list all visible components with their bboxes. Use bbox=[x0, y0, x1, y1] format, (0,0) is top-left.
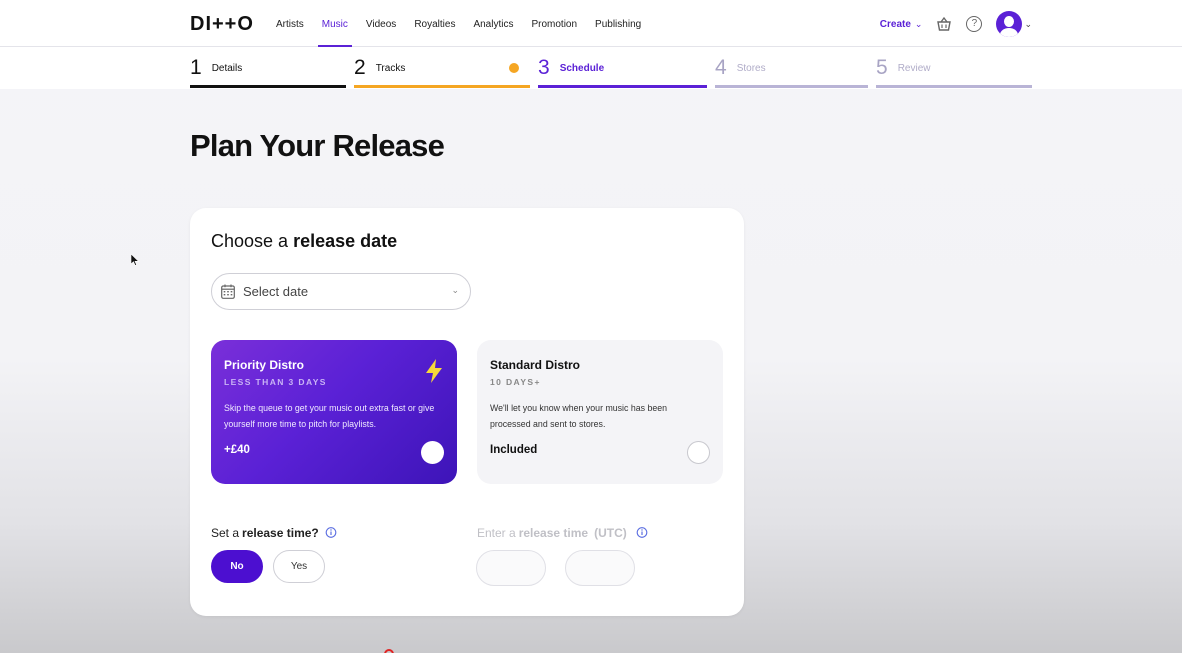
create-button[interactable]: Create bbox=[880, 19, 911, 30]
release-date-select[interactable]: Select date ⌄ bbox=[211, 273, 471, 310]
calendar-icon bbox=[221, 284, 235, 299]
release-time-no-button[interactable]: No bbox=[211, 550, 263, 583]
label-bold: release time bbox=[518, 526, 589, 540]
release-date-heading: Choose a release date bbox=[211, 231, 397, 252]
heading-prefix: Choose a bbox=[211, 231, 289, 251]
recording-indicator-icon bbox=[384, 649, 394, 653]
nav-link-analytics[interactable]: Analytics bbox=[473, 0, 513, 47]
lightning-icon bbox=[426, 359, 442, 383]
step-label: Review bbox=[897, 62, 931, 74]
release-hour-input[interactable] bbox=[476, 550, 546, 586]
standard-distro-option[interactable]: Standard Distro 10 DAYS+ We'll let you k… bbox=[477, 340, 723, 484]
priority-distro-option[interactable]: Priority Distro LESS THAN 3 DAYS Skip th… bbox=[211, 340, 457, 484]
option-subtitle: 10 DAYS+ bbox=[490, 377, 541, 387]
date-placeholder: Select date bbox=[243, 284, 309, 299]
nav-link-royalties[interactable]: Royalties bbox=[414, 0, 455, 47]
heading-bold: release date bbox=[293, 231, 398, 251]
step-progress-bar bbox=[354, 85, 530, 88]
step-progress-bar bbox=[538, 85, 707, 88]
standard-radio[interactable] bbox=[687, 441, 710, 464]
release-time-label: Set a release time? bbox=[211, 526, 337, 540]
nav-link-promotion[interactable]: Promotion bbox=[531, 0, 577, 47]
option-price: +£40 bbox=[224, 444, 250, 456]
info-icon[interactable] bbox=[325, 527, 337, 539]
top-navigation: DI++O Artists Music Videos Royalties Ana… bbox=[0, 0, 1182, 47]
step-label: Tracks bbox=[375, 62, 406, 74]
label-prefix: Enter a bbox=[477, 526, 516, 540]
help-icon[interactable]: ? bbox=[966, 16, 983, 32]
account-chevron-icon[interactable]: ⌄ bbox=[1024, 19, 1032, 30]
basket-icon[interactable] bbox=[936, 16, 952, 32]
option-subtitle: LESS THAN 3 DAYS bbox=[224, 377, 327, 387]
step-label: Schedule bbox=[559, 62, 605, 74]
chevron-down-icon[interactable]: ⌄ bbox=[915, 19, 923, 30]
release-time-yes-button[interactable]: Yes bbox=[273, 550, 325, 583]
step-tracks[interactable]: 2 Tracks bbox=[354, 47, 530, 89]
release-schedule-card: Choose a release date Select date ⌄ Prio… bbox=[190, 208, 744, 616]
step-label: Stores bbox=[736, 62, 766, 74]
step-number: 1 bbox=[190, 56, 202, 79]
option-title: Standard Distro bbox=[490, 358, 581, 372]
step-schedule[interactable]: 3 Schedule bbox=[538, 47, 707, 89]
nav-link-artists[interactable]: Artists bbox=[276, 0, 304, 47]
avatar[interactable] bbox=[996, 11, 1023, 37]
option-title: Priority Distro bbox=[224, 358, 305, 372]
step-number: 2 bbox=[354, 56, 366, 79]
chevron-down-icon: ⌄ bbox=[451, 285, 459, 295]
option-description: We'll let you know when your music has b… bbox=[490, 403, 668, 429]
ditto-logo[interactable]: DI++O bbox=[190, 13, 254, 36]
mouse-cursor-icon bbox=[131, 254, 139, 266]
step-label: Details bbox=[211, 62, 243, 74]
nav-link-videos[interactable]: Videos bbox=[366, 0, 396, 47]
step-progress-bar bbox=[715, 85, 868, 88]
nav-link-publishing[interactable]: Publishing bbox=[595, 0, 641, 47]
avatar-head bbox=[1004, 16, 1015, 27]
main-nav: Artists Music Videos Royalties Analytics… bbox=[276, 0, 659, 47]
page-title: Plan Your Release bbox=[190, 128, 445, 163]
release-time-utc-label: Enter a release time (UTC) bbox=[477, 526, 648, 540]
step-stores[interactable]: 4 Stores bbox=[715, 47, 868, 89]
release-minute-input[interactable] bbox=[565, 550, 635, 586]
option-price: Included bbox=[490, 444, 538, 456]
nav-link-music[interactable]: Music bbox=[317, 0, 353, 47]
priority-radio[interactable] bbox=[421, 441, 444, 464]
step-progress-bar bbox=[190, 85, 346, 88]
label-prefix: Set a bbox=[211, 526, 240, 540]
nav-actions: Create ⌄ ? ⌄ bbox=[880, 11, 1032, 37]
label-suffix: (UTC) bbox=[594, 526, 627, 540]
step-progress-bar bbox=[876, 85, 1032, 88]
option-description: Skip the queue to get your music out ext… bbox=[224, 403, 435, 429]
step-number: 4 bbox=[715, 56, 727, 79]
step-number: 3 bbox=[538, 56, 550, 79]
release-stepper: 1 Details 2 Tracks 3 Schedule 4 Stores 5… bbox=[0, 47, 1182, 89]
step-number: 5 bbox=[876, 56, 888, 79]
label-bold: release time? bbox=[242, 526, 319, 540]
info-icon[interactable] bbox=[636, 527, 648, 539]
warning-icon bbox=[509, 63, 519, 73]
step-review[interactable]: 5 Review bbox=[876, 47, 1032, 89]
step-details[interactable]: 1 Details bbox=[190, 47, 346, 89]
avatar-body bbox=[1000, 28, 1019, 37]
